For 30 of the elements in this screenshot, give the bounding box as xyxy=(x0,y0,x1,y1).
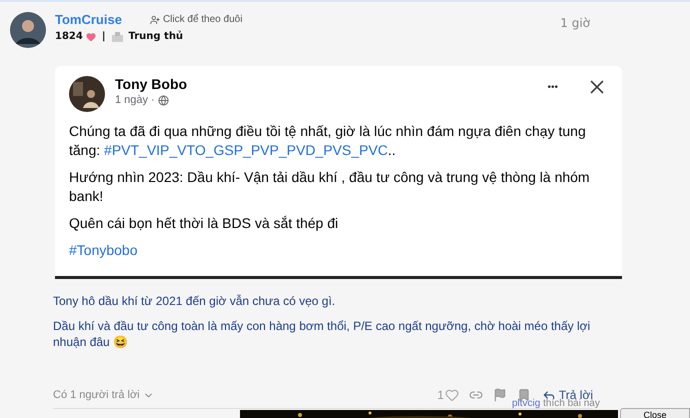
avatar xyxy=(69,76,105,112)
follow-link[interactable]: Click để theo đuôi xyxy=(150,14,242,25)
comment-paragraph: Dầu khí và đầu tư công toàn là mấy con hàng bơm thổi, P/E cao ngất ngưỡng, chờ hoài méo thấy lợi nhuận đâu 😆 xyxy=(53,318,592,350)
score: 1824 xyxy=(55,31,83,42)
user-link[interactable]: pltvcig xyxy=(512,398,540,409)
globe-icon xyxy=(158,94,169,106)
post-paragraph: Quên cái bọn hết thời là BDS và sắt thép đi xyxy=(69,214,340,233)
heart-icon xyxy=(86,32,96,42)
author-name[interactable]: Tony Bobo xyxy=(115,76,538,92)
post-time: 1 ngày xyxy=(115,94,148,106)
username[interactable]: TomCruise xyxy=(55,12,122,27)
replies-toggle[interactable]: Có 1 người trả lời xyxy=(53,389,154,401)
post-paragraph: Hướng nhìn 2023: Dầu khí- Vận tải dầu khí , đầu tư công và trung vệ thòng là nhóm bank! xyxy=(69,168,591,206)
heart-icon xyxy=(444,388,459,402)
post-paragraph: Chúng ta đã đi qua những điều tồi tệ nhất, giờ là lúc nhìn đám ngựa điên chạy tung tăng: #PVT_VIP_VTO_GSP_PVP_PVD_PVS_PVC.. xyxy=(69,122,587,160)
rank-icon xyxy=(112,32,122,42)
flag-icon xyxy=(492,388,507,402)
separator: | xyxy=(102,31,106,42)
close-button[interactable]: Close xyxy=(620,408,690,418)
like-button[interactable]: 1 xyxy=(432,388,464,402)
more-button[interactable]: ••• xyxy=(547,82,558,93)
post-time: 1 giờ xyxy=(560,16,590,32)
rank: Trung thủ xyxy=(128,31,184,42)
hashtag-link[interactable]: #Tonybobo xyxy=(69,242,138,258)
avatar xyxy=(10,12,46,48)
hashtag-link[interactable]: #PVT_VIP_VTO_GSP_PVP_PVD_PVS_PVC xyxy=(104,142,388,158)
dot-separator: · xyxy=(151,94,155,106)
comment-paragraph: Tony hô dầu khí từ 2021 đến giờ vẫn chưa có vẹo gì. xyxy=(53,293,336,309)
like-notice: pltvcig thích bài này xyxy=(512,398,600,409)
user-plus-icon xyxy=(150,14,160,24)
